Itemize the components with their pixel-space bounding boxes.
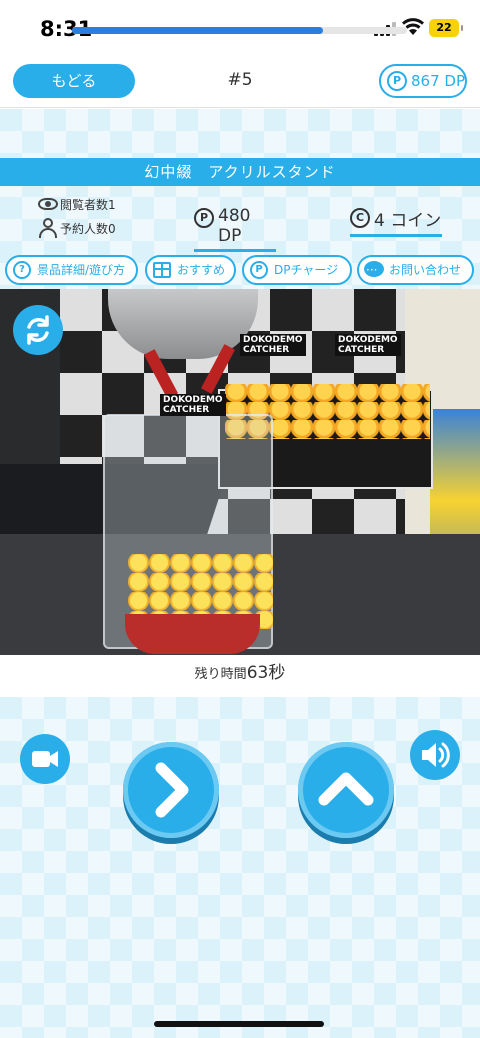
prize-name-banner: 幻中綴 アクリルスタンド xyxy=(0,158,480,186)
contact-button[interactable]: お問い合わせ xyxy=(357,255,474,285)
play-price-value: 480 DP xyxy=(218,206,251,246)
contact-label: お問い合わせ xyxy=(389,263,462,277)
gift-icon xyxy=(153,262,171,278)
action-pill-row: ? 景品詳細/遊び方 おすすめ P DPチャージ お問い合わせ xyxy=(0,255,480,285)
play-coin-value: 4 コイン xyxy=(374,211,442,231)
recommend-label: おすすめ xyxy=(177,263,226,277)
time-remaining-label: 残り時間 xyxy=(194,667,247,682)
viewer-count: 閲覧者数1 xyxy=(38,196,116,213)
dp-charge-label: DPチャージ xyxy=(274,263,339,277)
play-coin-cost: C 4 コイン xyxy=(350,206,442,237)
video-camera-icon xyxy=(32,751,58,767)
brand-label: DOKODEMO CATCHER xyxy=(335,334,401,356)
move-up-button[interactable] xyxy=(298,742,394,838)
dp-balance-value: 867 DP xyxy=(411,72,465,90)
dp-balance-button[interactable]: P 867 DP xyxy=(379,64,467,98)
point-coin-icon: P xyxy=(194,208,214,228)
recommend-button[interactable]: おすすめ xyxy=(145,255,236,285)
point-coin-icon: P xyxy=(250,261,268,279)
time-remaining-value: 63秒 xyxy=(246,663,286,683)
coin-icon: C xyxy=(350,208,370,228)
speaker-icon xyxy=(422,742,450,768)
question-icon: ? xyxy=(13,261,31,279)
camera-live-view: DOKODEMO CATCHER DOKODEMO CATCHER DOKODEMO… xyxy=(0,289,480,655)
home-indicator xyxy=(154,1021,324,1027)
time-remaining: 残り時間63秒 xyxy=(0,655,480,697)
dp-charge-button[interactable]: P DPチャージ xyxy=(242,255,352,285)
chevron-right-icon xyxy=(155,762,189,818)
refresh-camera-button[interactable] xyxy=(13,305,63,355)
details-button[interactable]: ? 景品詳細/遊び方 xyxy=(5,255,138,285)
refresh-icon xyxy=(27,315,49,345)
brand-label: DOKODEMO CATCHER xyxy=(240,334,306,356)
viewer-count-label: 閲覧者数1 xyxy=(60,198,116,212)
nav-bar: もどる #5 P 867 DP xyxy=(0,58,480,108)
camera-switch-button[interactable] xyxy=(20,734,70,784)
eye-icon xyxy=(38,198,58,210)
chevron-up-icon xyxy=(318,772,374,806)
page-title: #5 xyxy=(227,70,253,90)
reservation-count-label: 予約人数0 xyxy=(60,222,116,236)
back-button[interactable]: もどる xyxy=(13,64,135,98)
person-icon xyxy=(39,218,57,238)
tube-base xyxy=(125,614,260,654)
battery-indicator: 22 xyxy=(429,19,463,37)
point-coin-icon: P xyxy=(387,71,407,91)
prize-info-row: 閲覧者数1 予約人数0 P 480 DP C 4 コイン xyxy=(0,192,480,252)
details-label: 景品詳細/遊び方 xyxy=(37,263,126,277)
reservation-count: 予約人数0 xyxy=(38,218,116,238)
timer-progress-bar xyxy=(72,27,323,34)
brand-label: DOKODEMO CATCHER xyxy=(160,394,226,416)
controls-panel xyxy=(0,697,480,1038)
play-price: P 480 DP xyxy=(194,206,276,252)
chat-bubble-icon xyxy=(364,257,384,283)
time-remaining-text: 残り時間63秒 xyxy=(0,658,480,683)
sound-toggle-button[interactable] xyxy=(410,730,460,780)
move-right-button[interactable] xyxy=(123,742,219,838)
